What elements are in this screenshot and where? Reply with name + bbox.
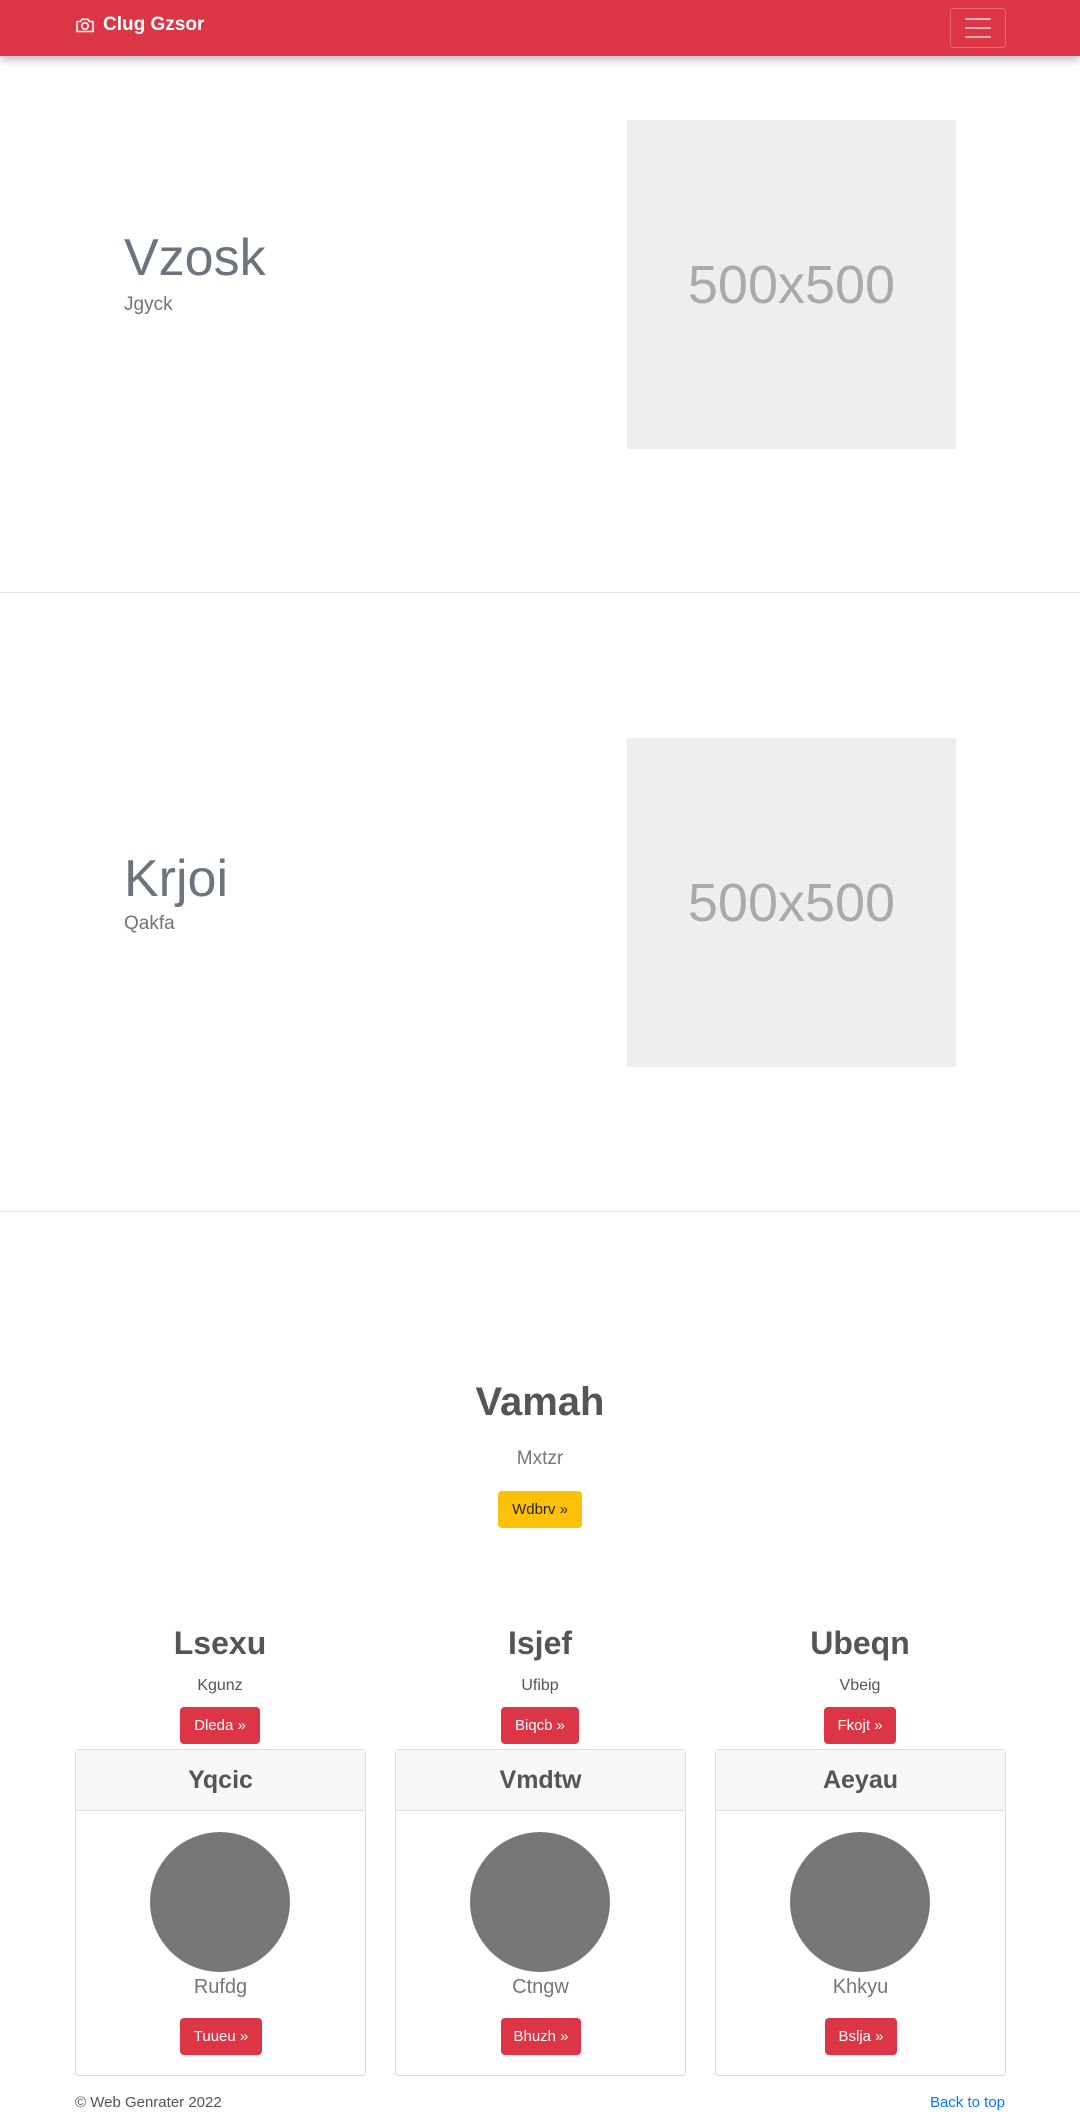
column-title: Lsexu [173,1625,267,1661]
placeholder-image: 500x500 [627,738,956,1067]
avatar [150,1832,290,1972]
card-header: Vmdtw [396,1750,685,1811]
column-subtitle: Ufibp [521,1677,559,1694]
feature-heading: Vzosk [124,229,266,287]
feature-heading: Krjoi [124,850,229,908]
profile-card: Vmdtw Ctngw Bhuzh » [395,1749,686,2076]
feature-subheading: Jgyck [124,294,173,315]
column-button[interactable]: Fkojt » [824,1707,896,1744]
brand-link[interactable]: Clug Gzsor [75,14,204,36]
card-subtitle: Rufdg [193,1976,248,1998]
avatar [790,1832,930,1972]
column-subtitle: Vbeig [839,1677,881,1694]
feature-section: Vzosk Jgyck 500x500 [0,56,1080,593]
card-header: Yqcic [76,1750,365,1811]
profile-card: Yqcic Rufdg Tuueu » [75,1749,366,2076]
feature-subheading: Qakfa [124,913,175,934]
column-button[interactable]: Dleda » [180,1707,260,1744]
column-title: Ubeqn [810,1625,910,1661]
hero-title: Vamah [475,1380,605,1424]
card-button[interactable]: Bslja » [825,2018,897,2055]
profile-card: Aeyau Khkyu Bslja » [715,1749,1006,2076]
feature-section: Krjoi Qakfa 500x500 [0,593,1080,1212]
placeholder-image: 500x500 [627,120,956,449]
column-title: Isjef [507,1625,573,1661]
column-subtitle: Kgunz [197,1677,243,1694]
card-button[interactable]: Bhuzh » [501,2018,581,2055]
navbar: Clug Gzsor [0,0,1080,56]
column-button[interactable]: Biqcb » [501,1707,579,1744]
avatar [470,1832,610,1972]
footer: © Web Genrater 2022 Back to top [0,2094,1080,2117]
navbar-toggler-button[interactable] [950,8,1006,48]
copyright-text: © Web Genrater 2022 [75,2094,222,2111]
hero-subtitle: Mxtzr [516,1448,564,1469]
camera-icon [76,18,94,33]
card-subtitle: Ctngw [512,1976,569,1998]
card-button[interactable]: Tuueu » [180,2018,262,2055]
card-subtitle: Khkyu [832,1976,889,1998]
hamburger-menu-icon [965,18,991,20]
card-header: Aeyau [716,1750,1005,1811]
brand-name: Clug Gzsor [103,14,205,35]
back-to-top-link[interactable]: Back to top [930,2094,1005,2111]
hero-button[interactable]: Wdbrv » [498,1491,582,1528]
